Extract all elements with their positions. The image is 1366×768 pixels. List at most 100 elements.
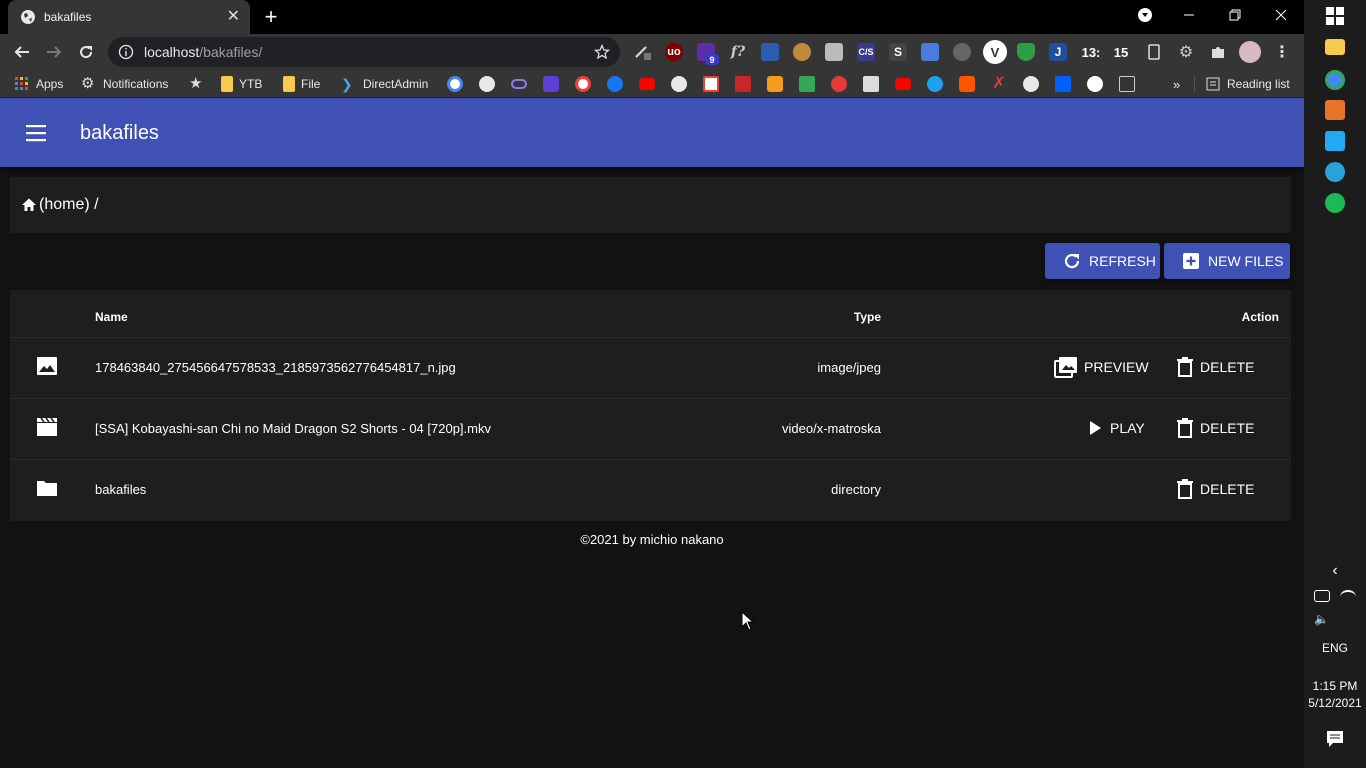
window-close-icon[interactable] <box>1258 0 1304 30</box>
tab-close-icon[interactable]: ✕ <box>227 9 240 25</box>
new-tab-button[interactable]: + <box>259 4 283 29</box>
delete-button[interactable]: DELETE <box>1176 355 1254 379</box>
dropbox-icon[interactable] <box>1055 76 1071 92</box>
play-icon <box>1090 421 1101 435</box>
css-extension-icon[interactable]: C/S <box>857 43 875 61</box>
s-extension-icon[interactable]: S <box>889 43 907 61</box>
reload-icon[interactable] <box>74 40 98 64</box>
trash-icon <box>1177 479 1193 499</box>
minimize-icon[interactable] <box>1166 0 1212 30</box>
globe-icon[interactable] <box>671 76 687 92</box>
bookmark-star-icon[interactable] <box>594 44 610 60</box>
app-orange-icon[interactable] <box>1325 100 1345 120</box>
play-button[interactable]: PLAY <box>1086 416 1145 440</box>
wifi-icon[interactable] <box>1340 590 1356 604</box>
youtube-icon[interactable] <box>639 78 655 90</box>
language-indicator[interactable]: ENG <box>1304 641 1366 655</box>
infinity-icon[interactable] <box>511 79 527 89</box>
bookmark-file[interactable]: File <box>283 76 320 92</box>
terminal-icon[interactable] <box>1119 76 1135 92</box>
twitter-icon[interactable] <box>927 76 943 92</box>
device-icon[interactable] <box>1145 43 1163 61</box>
home-icon[interactable] <box>21 197 37 213</box>
clock-time[interactable]: 1:15 PM <box>1304 679 1366 693</box>
new-files-label: NEW FILES <box>1208 253 1284 269</box>
spotify-icon[interactable] <box>1325 193 1345 213</box>
file-name[interactable]: bakafiles <box>95 482 146 497</box>
gmail-icon[interactable] <box>703 76 719 92</box>
globe-icon[interactable] <box>1023 76 1039 92</box>
vivaldi-icon[interactable]: V <box>983 40 1007 64</box>
shield-icon[interactable] <box>1017 43 1035 61</box>
footer: ©2021 by michio nakano <box>580 532 724 547</box>
action-center-icon[interactable] <box>1325 729 1345 749</box>
file-name[interactable]: 178463840_275456647578533_21859735627764… <box>95 360 456 375</box>
delete-button[interactable]: DELETE <box>1176 477 1254 501</box>
hamburger-menu-icon[interactable] <box>24 122 48 144</box>
reading-list-label: Reading list <box>1227 77 1290 91</box>
github-icon[interactable] <box>1087 76 1103 92</box>
extension-hand-icon[interactable] <box>825 43 843 61</box>
reading-list[interactable]: Reading list <box>1194 76 1290 92</box>
clock-date[interactable]: 5/12/2021 <box>1304 696 1366 710</box>
windows-start-icon[interactable] <box>1325 6 1345 26</box>
browser-menu-icon[interactable]: ⋮ <box>1273 43 1291 61</box>
add-box-icon <box>1183 253 1199 269</box>
refresh-button[interactable]: REFRESH <box>1045 243 1160 279</box>
volume-icon[interactable]: 🔈 <box>1314 612 1330 626</box>
translate-icon[interactable] <box>921 43 939 61</box>
cookie-icon[interactable] <box>793 43 811 61</box>
extensions-puzzle-icon[interactable] <box>1209 43 1227 61</box>
google-icon[interactable] <box>575 76 591 92</box>
chrome-icon[interactable] <box>1325 70 1345 90</box>
delete-button[interactable]: DELETE <box>1176 416 1254 440</box>
gear-icon: ⚙ <box>81 75 95 92</box>
gear-extension-icon[interactable]: ⚙ <box>1177 43 1195 61</box>
bookmark-star[interactable]: ★ <box>189 76 211 92</box>
forward-icon[interactable] <box>42 40 66 64</box>
font-finder-icon[interactable]: f? <box>729 43 747 61</box>
tab-search-icon[interactable] <box>1122 0 1168 30</box>
site-info-icon[interactable] <box>118 44 134 60</box>
app-title: bakafiles <box>80 122 159 144</box>
tab-bakafiles[interactable]: bakafiles ✕ <box>8 0 250 34</box>
bookmarks-overflow[interactable]: » <box>1173 76 1180 92</box>
show-hidden-icons-chevron-icon[interactable]: ‹ <box>1304 562 1366 580</box>
j-extension-icon[interactable]: J <box>1049 43 1067 61</box>
battery-icon[interactable] <box>1314 590 1330 602</box>
bookmark-directadmin[interactable]: ❯ DirectAdmin <box>341 76 428 92</box>
ublock-icon[interactable]: uo <box>665 43 683 61</box>
lc-icon[interactable] <box>863 76 879 92</box>
google-icon[interactable] <box>447 76 463 92</box>
profile-avatar[interactable] <box>1239 41 1261 63</box>
back-icon[interactable] <box>10 40 34 64</box>
facebook-icon[interactable] <box>607 76 623 92</box>
odnoklassniki-icon[interactable] <box>767 76 783 92</box>
preview-button[interactable]: PREVIEW <box>1054 355 1149 379</box>
extension-grey-icon[interactable] <box>953 43 971 61</box>
bookmark-ytb[interactable]: YTB <box>221 76 262 92</box>
restore-icon[interactable] <box>1212 0 1258 30</box>
calendar-icon[interactable] <box>735 76 751 92</box>
telegram-icon[interactable] <box>1325 162 1345 182</box>
save-extension-icon[interactable] <box>761 43 779 61</box>
bookmark-apps[interactable]: Apps <box>14 76 63 92</box>
list-icon[interactable] <box>543 76 559 92</box>
vscode-icon[interactable] <box>1325 131 1345 151</box>
breadcrumb-path[interactable]: (home) / <box>39 196 99 214</box>
trash-icon <box>1177 357 1193 377</box>
address-bar[interactable]: localhost/bakafiles/ <box>108 37 620 67</box>
bookmark-notifications[interactable]: ⚙ Notifications <box>81 76 168 92</box>
extension-counter-b[interactable]: 15 <box>1110 43 1132 61</box>
drive-icon[interactable] <box>799 76 815 92</box>
m-icon[interactable] <box>831 76 847 92</box>
soundcloud-icon[interactable] <box>959 76 975 92</box>
file-name[interactable]: [SSA] Kobayashi-san Chi no Maid Dragon S… <box>95 421 491 436</box>
youtube-icon[interactable] <box>895 78 911 90</box>
extension-counter-a[interactable]: 13: <box>1078 43 1104 61</box>
file-explorer-icon[interactable] <box>1325 39 1345 55</box>
x-icon[interactable]: ✗ <box>991 76 1007 92</box>
extension-pen-icon[interactable] <box>634 43 652 61</box>
new-files-button[interactable]: NEW FILES <box>1164 243 1290 279</box>
globe-icon[interactable] <box>479 76 495 92</box>
